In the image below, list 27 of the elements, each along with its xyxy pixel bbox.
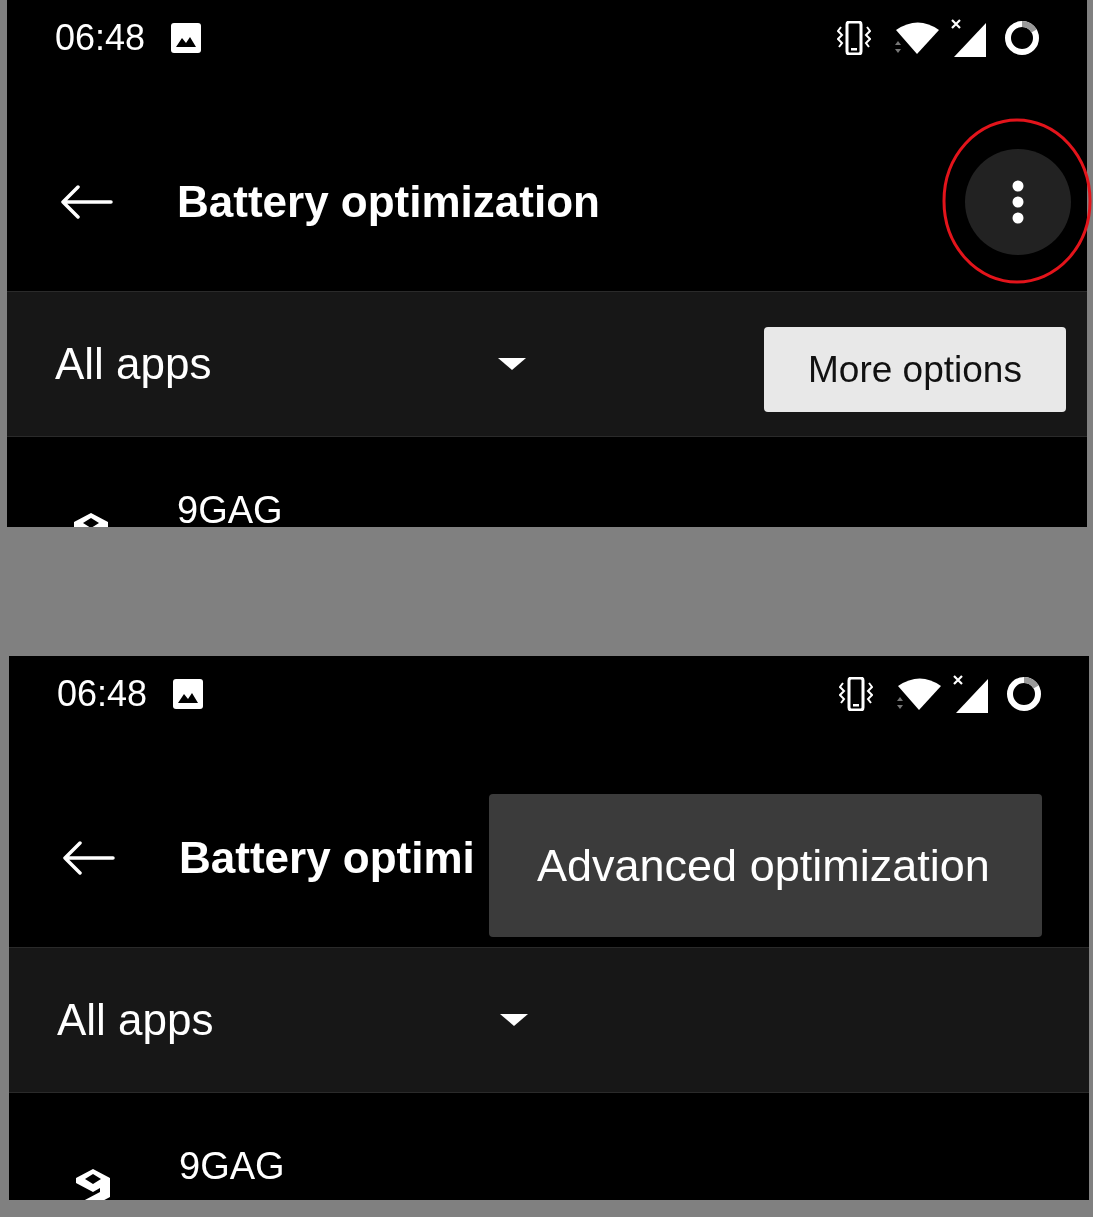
image-icon	[173, 679, 204, 709]
ring-icon	[1006, 676, 1042, 712]
menu-item[interactable]: Advanced optimization	[489, 838, 1042, 893]
wifi-icon	[892, 21, 939, 55]
app-name[interactable]: 9GAG	[177, 488, 283, 527]
caret-icon	[500, 1014, 528, 1026]
status-time: 06:48	[57, 676, 148, 712]
vibrate-icon	[837, 21, 871, 55]
menu-icon	[1012, 180, 1024, 224]
filter-dropdown[interactable]: All apps	[55, 337, 526, 391]
page-title: Battery optimization	[177, 176, 600, 228]
status-time: 06:48	[55, 20, 146, 56]
caret-icon	[498, 358, 526, 370]
filter-dropdown[interactable]: All apps	[57, 993, 528, 1047]
back-arrow-icon[interactable]	[60, 185, 113, 219]
back-arrow-icon[interactable]	[62, 841, 115, 875]
tooltip: More options	[764, 327, 1066, 412]
signal-icon	[951, 19, 986, 57]
app-name[interactable]: 9GAG	[179, 1144, 285, 1188]
app-icon	[73, 512, 109, 527]
vibrate-icon	[839, 677, 873, 711]
page-title: Battery optimi	[179, 832, 475, 884]
ring-icon	[1004, 20, 1040, 56]
app-icon	[75, 1168, 111, 1200]
image-icon	[171, 23, 202, 53]
wifi-icon	[894, 677, 941, 711]
signal-icon	[953, 675, 988, 713]
